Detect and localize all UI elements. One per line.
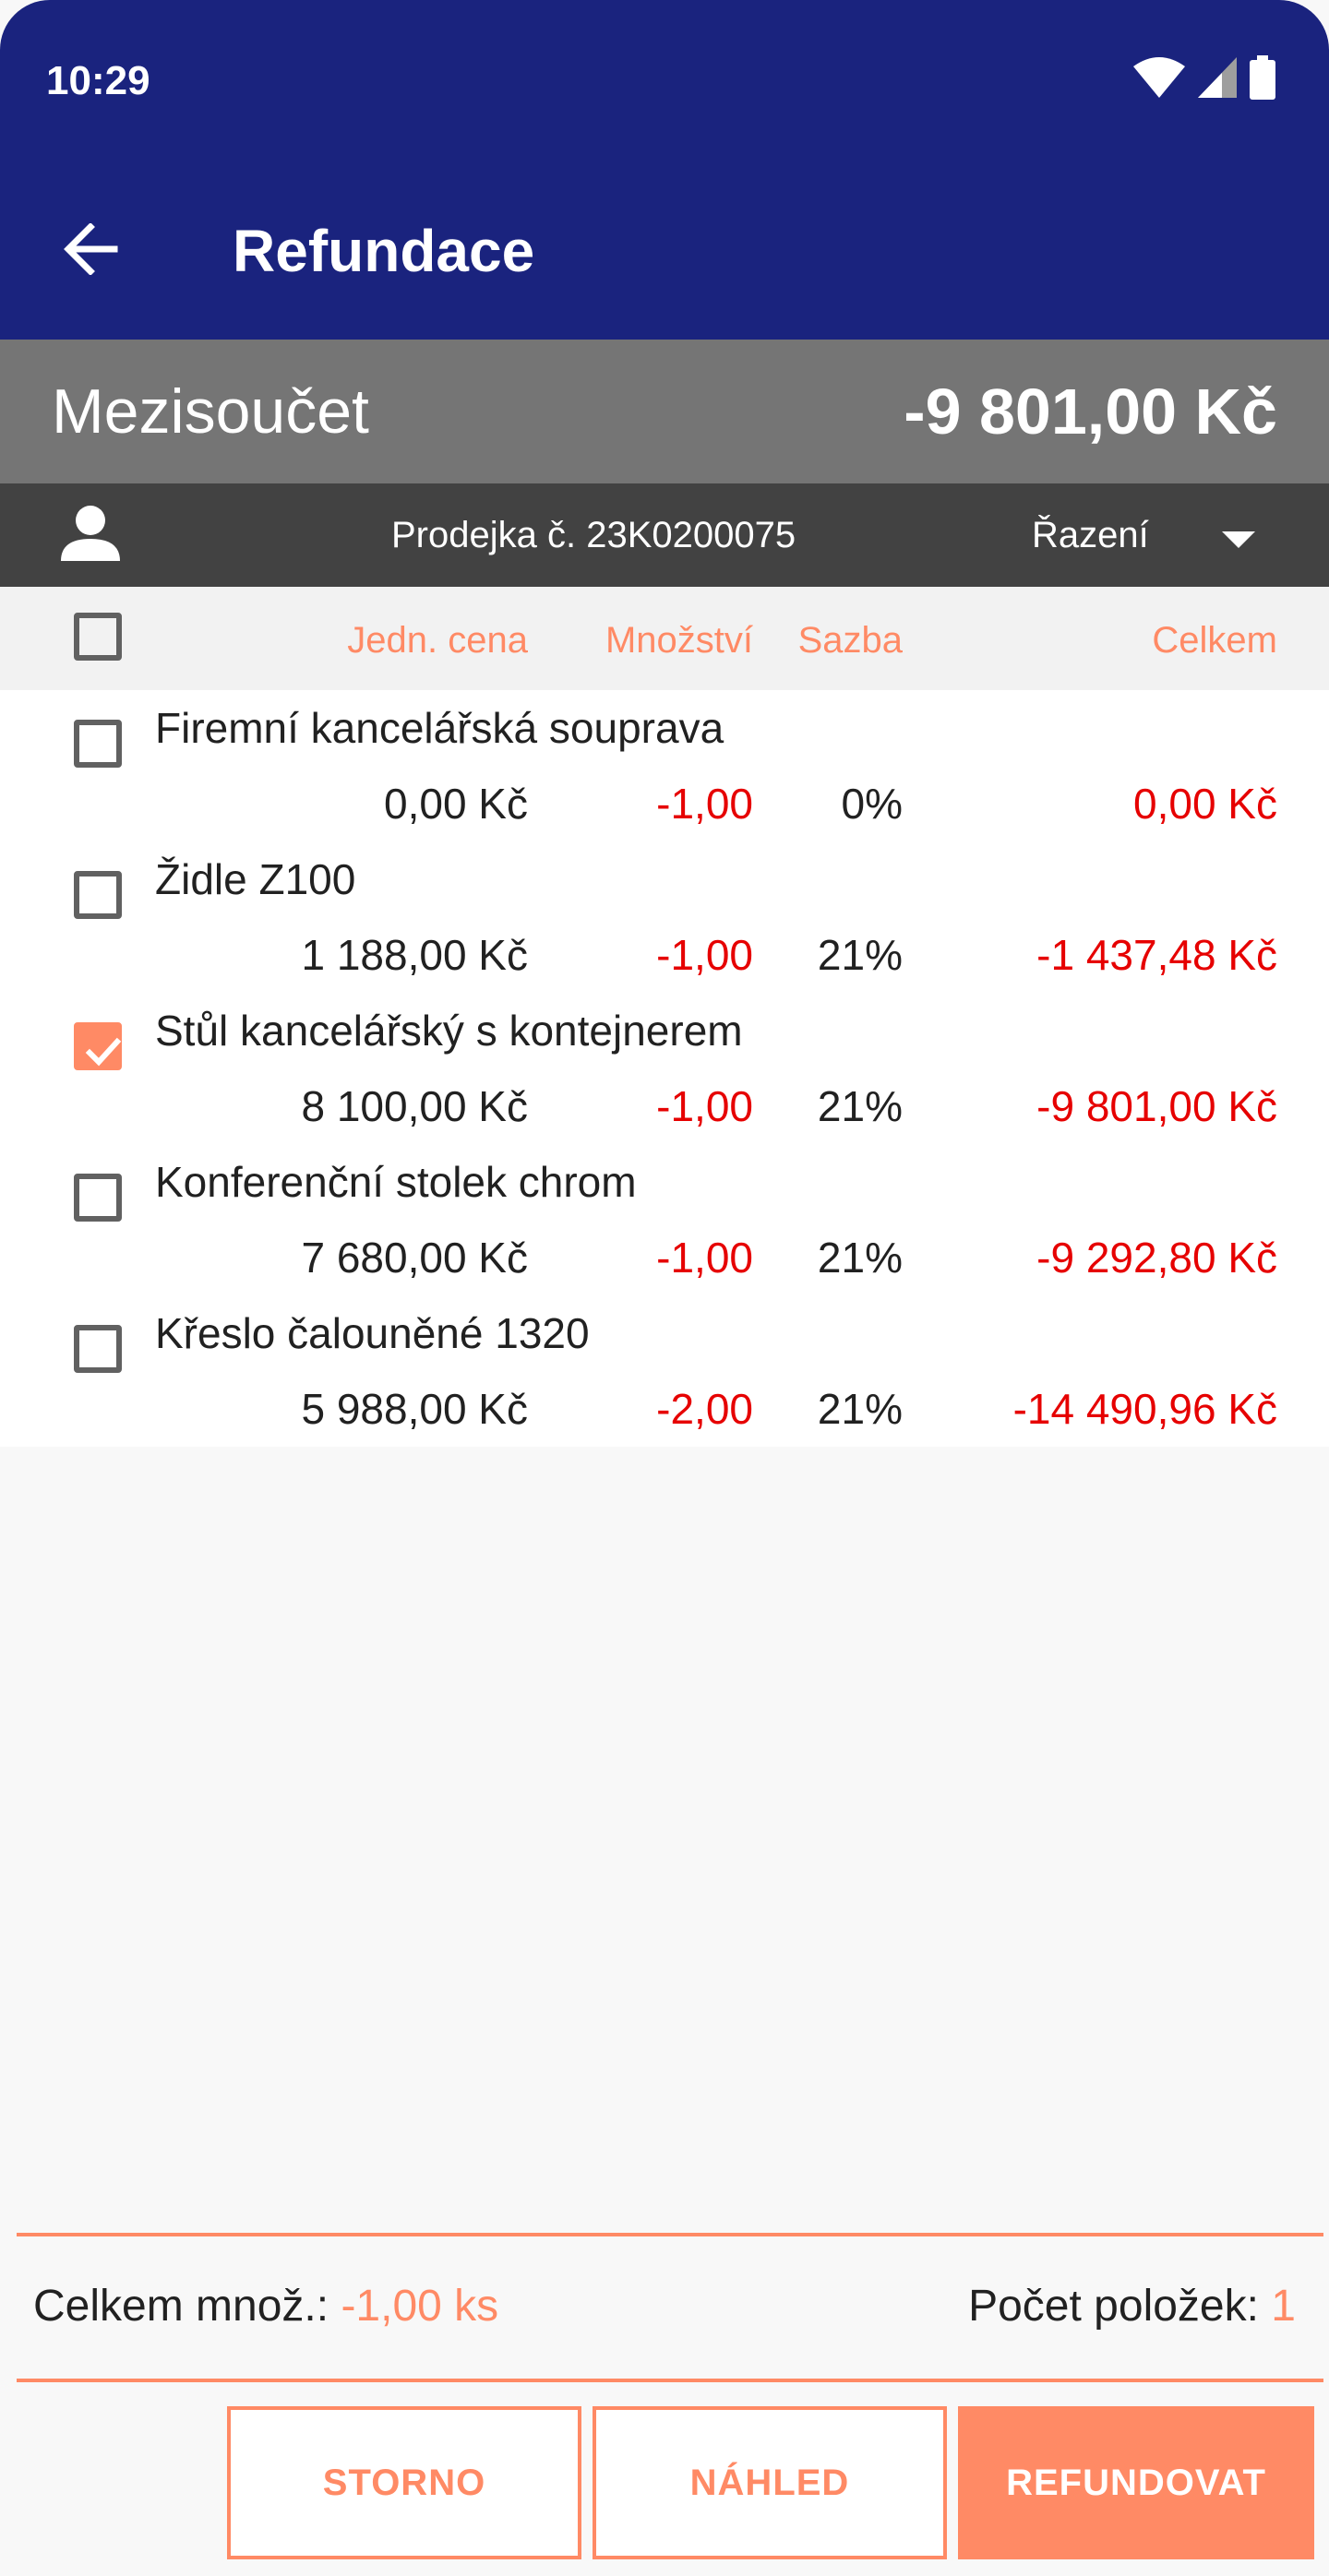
person-icon[interactable] <box>57 502 124 568</box>
table-row[interactable]: Konferenční stolek chrom 7 680,00 Kč -1,… <box>0 1144 1329 1295</box>
dropdown-arrow-icon[interactable] <box>1222 531 1255 548</box>
total-quantity: Celkem množ.: -1,00 ks <box>33 2279 498 2334</box>
row-checkbox[interactable] <box>74 720 122 768</box>
item-total: 0,00 Kč <box>1133 780 1277 828</box>
item-count-value: 1 <box>1271 2282 1296 2331</box>
item-unit-price: 7 680,00 Kč <box>301 1234 528 1282</box>
item-quantity: -1,00 <box>656 780 753 828</box>
footer-divider-bottom <box>17 2379 1323 2382</box>
refund-button[interactable]: REFUNDOVAT <box>958 2406 1314 2559</box>
item-list: Firemní kancelářská souprava 0,00 Kč -1,… <box>0 690 1329 1447</box>
table-row[interactable]: Firemní kancelářská souprava 0,00 Kč -1,… <box>0 690 1329 841</box>
item-total: -9 801,00 Kč <box>1036 1082 1277 1130</box>
item-unit-price: 5 988,00 Kč <box>301 1385 528 1433</box>
page-title: Refundace <box>233 218 535 284</box>
item-name: Křeslo čalouněné 1320 <box>155 1309 590 1357</box>
item-unit-price: 0,00 Kč <box>384 780 528 828</box>
status-icons <box>1133 54 1275 101</box>
column-quantity: Množství <box>605 620 753 661</box>
item-quantity: -2,00 <box>656 1385 753 1433</box>
subtotal-bar: Mezisoučet -9 801,00 Kč <box>0 340 1329 483</box>
back-arrow-icon <box>64 223 118 275</box>
table-row[interactable]: Křeslo čalouněné 1320 5 988,00 Kč -2,00 … <box>0 1295 1329 1447</box>
row-checkbox[interactable] <box>74 871 122 919</box>
item-name: Židle Z100 <box>155 855 356 903</box>
item-quantity: -1,00 <box>656 1234 753 1282</box>
item-rate: 21% <box>817 1385 903 1433</box>
item-rate: 21% <box>817 931 903 979</box>
receipt-number: Prodejka č. 23K0200075 <box>391 515 796 555</box>
battery-icon <box>1250 55 1275 100</box>
item-unit-price: 1 188,00 Kč <box>301 931 528 979</box>
row-checkbox[interactable] <box>74 1174 122 1222</box>
item-quantity: -1,00 <box>656 1082 753 1130</box>
item-rate: 21% <box>817 1082 903 1130</box>
back-button[interactable] <box>46 205 135 293</box>
row-checkbox[interactable] <box>74 1022 122 1070</box>
app-bar: 10:29 Refundace <box>0 0 1329 340</box>
item-rate: 0% <box>841 780 903 828</box>
column-rate: Sazba <box>797 620 903 661</box>
item-quantity: -1,00 <box>656 931 753 979</box>
column-unit-price: Jedn. cena <box>347 620 528 661</box>
item-total: -9 292,80 Kč <box>1036 1234 1277 1282</box>
column-total: Celkem <box>1152 620 1277 661</box>
status-time: 10:29 <box>46 58 150 103</box>
info-bar: Prodejka č. 23K0200075 Řazení <box>0 483 1329 587</box>
select-all-checkbox[interactable] <box>74 613 122 661</box>
subtotal-value: -9 801,00 Kč <box>904 376 1277 447</box>
row-checkbox[interactable] <box>74 1325 122 1373</box>
item-total: -1 437,48 Kč <box>1036 931 1277 979</box>
item-total: -14 490,96 Kč <box>1012 1385 1277 1433</box>
item-count: Počet položek: 1 <box>968 2279 1296 2334</box>
item-name: Stůl kancelářský s kontejnerem <box>155 1007 743 1055</box>
table-row[interactable]: Stůl kancelářský s kontejnerem 8 100,00 … <box>0 993 1329 1144</box>
item-unit-price: 8 100,00 Kč <box>301 1082 528 1130</box>
total-quantity-label: Celkem množ.: <box>33 2282 329 2331</box>
item-name: Konferenční stolek chrom <box>155 1158 637 1206</box>
total-quantity-value: -1,00 ks <box>341 2282 499 2331</box>
table-row[interactable]: Židle Z100 1 188,00 Kč -1,00 21% -1 437,… <box>0 841 1329 993</box>
item-count-label: Počet položek: <box>968 2282 1259 2331</box>
subtotal-label: Mezisoučet <box>52 376 369 447</box>
wifi-icon <box>1133 57 1185 98</box>
signal-icon <box>1198 57 1237 98</box>
preview-button[interactable]: NÁHLED <box>593 2406 947 2559</box>
footer-divider-top <box>17 2233 1323 2236</box>
table-header: Jedn. cena Množství Sazba Celkem <box>0 587 1329 690</box>
item-name: Firemní kancelářská souprava <box>155 704 724 752</box>
checkmark-icon <box>85 1037 122 1067</box>
item-rate: 21% <box>817 1234 903 1282</box>
cancel-button[interactable]: STORNO <box>227 2406 581 2559</box>
sort-dropdown[interactable]: Řazení <box>1032 509 1149 561</box>
